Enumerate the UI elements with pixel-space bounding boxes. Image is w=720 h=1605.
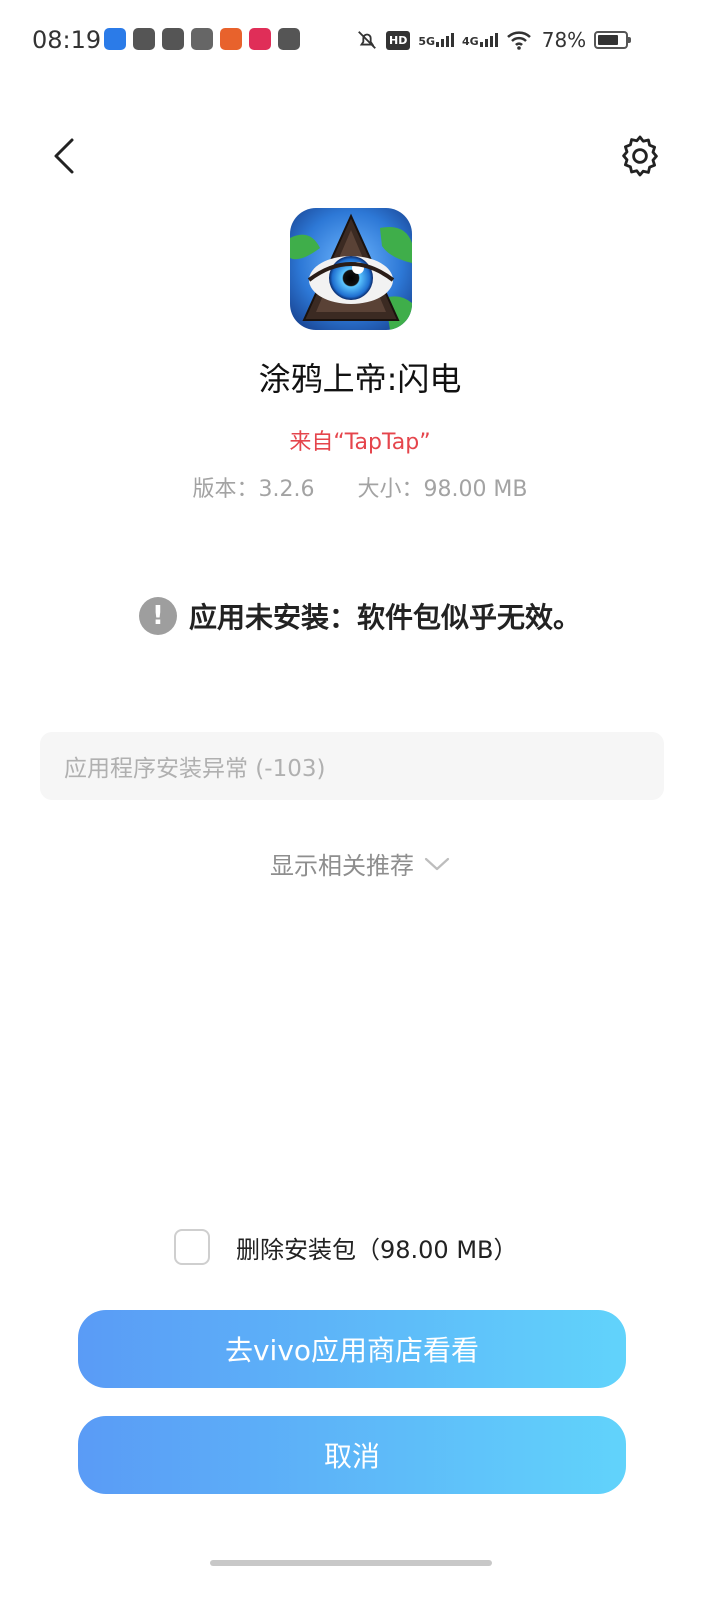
chevron-down-icon [424, 857, 450, 870]
error-code-box: 应用程序安装异常 (-103) [40, 732, 664, 800]
warning-icon: ! [138, 597, 177, 635]
app-icon [290, 208, 412, 330]
wifi-icon [506, 31, 531, 50]
delete-package-label: 删除安装包（98.00 MB） [236, 1235, 518, 1264]
app-name: 涂鸦上帝:闪电 [258, 360, 462, 398]
app-meta: 版本：3.2.6 大小：98.00 MB [0, 471, 720, 503]
settings-button[interactable] [616, 132, 664, 180]
app-source: 来自“TapTap” [289, 430, 431, 455]
book-app-icon [191, 28, 213, 50]
battery-percent: 78% [541, 28, 587, 52]
group-buy-app-icon [278, 28, 300, 50]
robot-app-icon [104, 28, 126, 50]
delete-package-checkbox[interactable] [174, 1229, 210, 1265]
signal-bars-icon [479, 33, 498, 47]
install-error-message: ! 应用未安装：软件包似乎无效。 [0, 596, 720, 636]
home-indicator[interactable] [210, 1560, 492, 1566]
hd-icon: HD [386, 30, 411, 50]
wechat-icon [133, 28, 155, 50]
video-app-icon [249, 28, 271, 50]
battery-level [598, 35, 619, 45]
open-store-button[interactable]: 去vivo应用商店看看 [78, 1310, 626, 1388]
cancel-button[interactable]: 取消 [78, 1416, 626, 1494]
god-eye-app-icon [290, 208, 412, 330]
install-result-screen: 08:19 HD 5G 4G 78% 涂鸦上帝:闪电 来自“TapTap” 版本… [0, 0, 720, 1605]
chevron-left-icon [54, 138, 74, 174]
error-text: 应用未安装：软件包似乎无效。 [188, 601, 581, 634]
shopping-app-icon [220, 28, 242, 50]
notification-icons [104, 28, 300, 50]
eye-app-icon [162, 28, 184, 50]
signal-bars-icon [436, 33, 455, 47]
battery-icon [594, 31, 632, 49]
app-version: 版本：3.2.6 [192, 477, 315, 502]
signal-4g: 4G [462, 33, 498, 47]
error-code: 应用程序安装异常 (-103) [64, 756, 326, 782]
bell-off-icon [358, 31, 376, 49]
gear-icon [622, 135, 658, 177]
status-bar: 08:19 HD 5G 4G 78% [0, 0, 720, 82]
status-indicators: HD 5G 4G 78% [356, 28, 632, 52]
back-button[interactable] [44, 132, 84, 180]
signal-5g: 5G [418, 33, 455, 47]
delete-package-option[interactable]: 删除安装包（98.00 MB） [174, 1229, 518, 1265]
show-recommendations-toggle[interactable]: 显示相关推荐 [0, 846, 720, 881]
recommend-label: 显示相关推荐 [270, 852, 414, 880]
status-time: 08:19 [32, 26, 102, 54]
app-size: 大小：98.00 MB [357, 477, 528, 502]
